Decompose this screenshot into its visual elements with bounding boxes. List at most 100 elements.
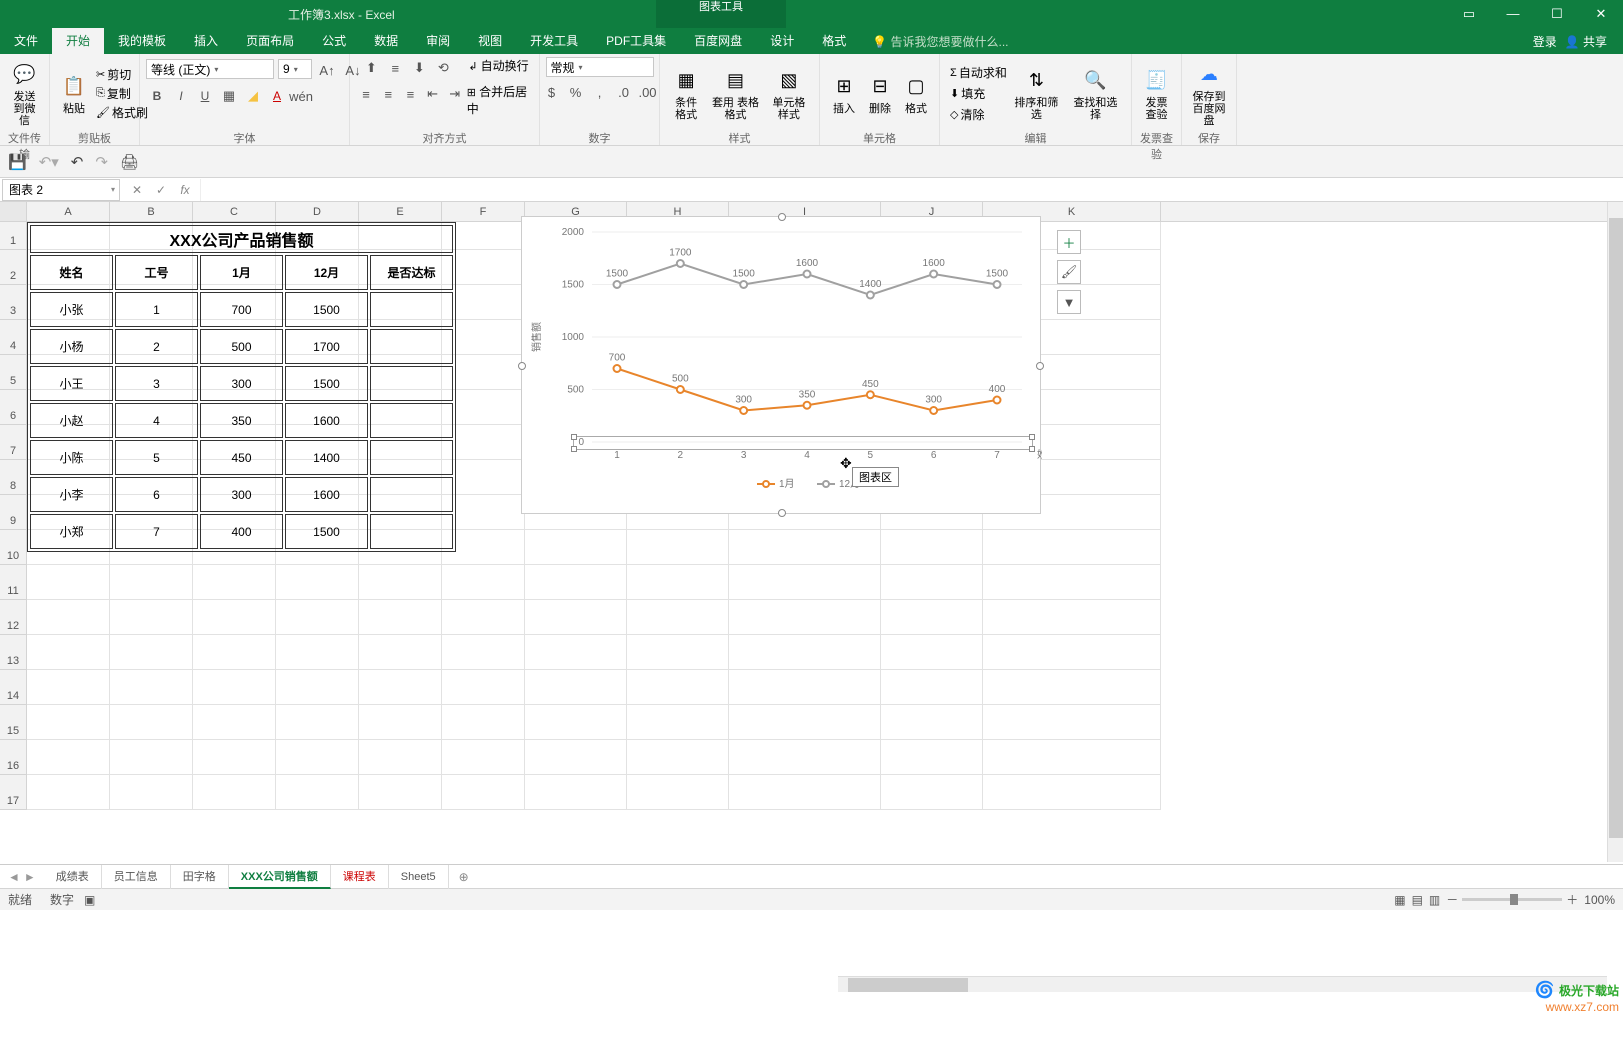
- table-format-button[interactable]: ▤套用 表格格式: [706, 59, 765, 129]
- axis-selection[interactable]: [573, 436, 1033, 450]
- chart-styles-button[interactable]: 🖌: [1057, 260, 1081, 284]
- inc-dec-icon[interactable]: .0: [613, 81, 635, 103]
- sheet-nav-next[interactable]: ►: [24, 870, 36, 884]
- tab-页面布局[interactable]: 页面布局: [232, 28, 308, 54]
- align-right-icon[interactable]: ≡: [400, 83, 420, 105]
- delete-cell-button[interactable]: ⊟删除: [862, 59, 898, 129]
- row-header[interactable]: 5: [0, 355, 27, 390]
- formula-input[interactable]: [200, 179, 1623, 201]
- tab-设计[interactable]: 设计: [756, 28, 808, 54]
- login-link[interactable]: 登录: [1533, 33, 1557, 50]
- baidu-save-button[interactable]: ☁保存到 百度网盘: [1188, 59, 1230, 129]
- send-wechat-button[interactable]: 💬发送 到微信: [6, 59, 43, 129]
- row-header[interactable]: 3: [0, 285, 27, 320]
- sheet-tab[interactable]: 员工信息: [102, 865, 171, 889]
- row-header[interactable]: 4: [0, 320, 27, 355]
- row-header[interactable]: 17: [0, 775, 27, 810]
- fx-icon[interactable]: fx: [174, 183, 196, 197]
- undo-icon[interactable]: ↶: [71, 153, 84, 171]
- col-header[interactable]: F: [442, 202, 525, 221]
- row-header[interactable]: 10: [0, 530, 27, 565]
- col-header[interactable]: C: [193, 202, 276, 221]
- align-center-icon[interactable]: ≡: [378, 83, 398, 105]
- chart-elements-button[interactable]: ＋: [1057, 230, 1081, 254]
- row-header[interactable]: 2: [0, 250, 27, 285]
- row-header[interactable]: 12: [0, 600, 27, 635]
- row-header[interactable]: 1: [0, 222, 27, 250]
- col-header[interactable]: E: [359, 202, 442, 221]
- sheet-tab[interactable]: 课程表: [331, 865, 389, 889]
- view-layout-icon[interactable]: ▤: [1412, 893, 1423, 907]
- tab-公式[interactable]: 公式: [308, 28, 360, 54]
- tab-审阅[interactable]: 审阅: [412, 28, 464, 54]
- sort-filter-button[interactable]: ⇅排序和筛选: [1007, 59, 1066, 129]
- col-header[interactable]: B: [110, 202, 193, 221]
- bold-icon[interactable]: B: [146, 85, 168, 107]
- tab-视图[interactable]: 视图: [464, 28, 516, 54]
- undo-dropdown-icon[interactable]: ↶▾: [39, 153, 59, 171]
- font-color-icon[interactable]: A: [266, 85, 288, 107]
- phonetic-icon[interactable]: wén: [290, 85, 312, 107]
- tell-me[interactable]: 💡 告诉我您想要做什么...: [872, 33, 1008, 50]
- tab-我的模板[interactable]: 我的模板: [104, 28, 180, 54]
- format-cell-button[interactable]: ▢格式: [898, 59, 934, 129]
- sheet-tab[interactable]: 田字格: [171, 865, 229, 889]
- tab-PDF工具集[interactable]: PDF工具集: [592, 28, 680, 54]
- share-button[interactable]: 👤 共享: [1565, 33, 1607, 50]
- border-icon[interactable]: ▦: [218, 85, 240, 107]
- invoice-button[interactable]: 🧾发票 查验: [1138, 59, 1175, 129]
- clear-button[interactable]: ◇ 清除: [950, 106, 1007, 123]
- comma-icon[interactable]: ,: [589, 81, 611, 103]
- paste-button[interactable]: 📋粘贴: [56, 59, 92, 129]
- ribbon-options-icon[interactable]: ▭: [1447, 0, 1491, 28]
- tab-插入[interactable]: 插入: [180, 28, 232, 54]
- number-format-combo[interactable]: 常规▾: [546, 57, 654, 77]
- scrollbar-horizontal[interactable]: [838, 976, 1607, 992]
- cond-format-button[interactable]: ▦条件格式: [666, 59, 706, 129]
- tab-百度网盘[interactable]: 百度网盘: [680, 28, 756, 54]
- italic-icon[interactable]: I: [170, 85, 192, 107]
- align-left-icon[interactable]: ≡: [356, 83, 376, 105]
- row-header[interactable]: 6: [0, 390, 27, 425]
- dec-dec-icon[interactable]: .00: [637, 81, 659, 103]
- row-header[interactable]: 11: [0, 565, 27, 600]
- col-header[interactable]: D: [276, 202, 359, 221]
- save-icon[interactable]: 💾: [8, 153, 27, 171]
- tab-开始[interactable]: 开始: [52, 28, 104, 54]
- insert-cell-button[interactable]: ⊞插入: [826, 59, 862, 129]
- sheet-tab[interactable]: XXX公司销售额: [229, 865, 331, 889]
- orientation-icon[interactable]: ⟲: [432, 57, 454, 79]
- font-size-combo[interactable]: 9▾: [278, 59, 312, 79]
- row-header[interactable]: 8: [0, 460, 27, 495]
- align-top-icon[interactable]: ⬆: [360, 57, 382, 79]
- row-header[interactable]: 14: [0, 670, 27, 705]
- row-header[interactable]: 7: [0, 425, 27, 460]
- autosum-button[interactable]: Σ 自动求和: [950, 64, 1007, 81]
- chart-filter-button[interactable]: ▼: [1057, 290, 1081, 314]
- tab-格式[interactable]: 格式: [808, 28, 860, 54]
- indent-dec-icon[interactable]: ⇤: [422, 83, 442, 105]
- minimize-icon[interactable]: ―: [1491, 0, 1535, 28]
- select-all-corner[interactable]: [0, 202, 27, 221]
- zoom-level[interactable]: 100%: [1584, 893, 1615, 907]
- row-header[interactable]: 13: [0, 635, 27, 670]
- align-mid-icon[interactable]: ≡: [384, 57, 406, 79]
- col-header[interactable]: A: [27, 202, 110, 221]
- redo-icon[interactable]: ↷: [95, 153, 108, 171]
- view-normal-icon[interactable]: ▦: [1394, 893, 1405, 907]
- merge-button[interactable]: ⊞ 合并后居中: [467, 83, 533, 117]
- sheet-tab[interactable]: Sheet5: [389, 865, 449, 889]
- fill-button[interactable]: ⬇ 填充: [950, 85, 1007, 102]
- worksheet-grid[interactable]: ABCDEFGHIJK 1234567891011121314151617 XX…: [0, 202, 1623, 864]
- maximize-icon[interactable]: ☐: [1535, 0, 1579, 28]
- name-box[interactable]: 图表 2▾: [2, 179, 120, 201]
- tab-数据[interactable]: 数据: [360, 28, 412, 54]
- print-preview-icon[interactable]: 🖨: [120, 153, 139, 171]
- row-header[interactable]: 15: [0, 705, 27, 740]
- row-header[interactable]: 16: [0, 740, 27, 775]
- chart-object[interactable]: 销售额05001000150020001234567姓名700500300350…: [521, 216, 1041, 514]
- close-icon[interactable]: ✕: [1579, 0, 1623, 28]
- view-break-icon[interactable]: ▥: [1429, 893, 1440, 907]
- wrap-text-button[interactable]: ↲ 自动换行: [468, 57, 528, 79]
- font-name-combo[interactable]: 等线 (正文)▾: [146, 59, 274, 79]
